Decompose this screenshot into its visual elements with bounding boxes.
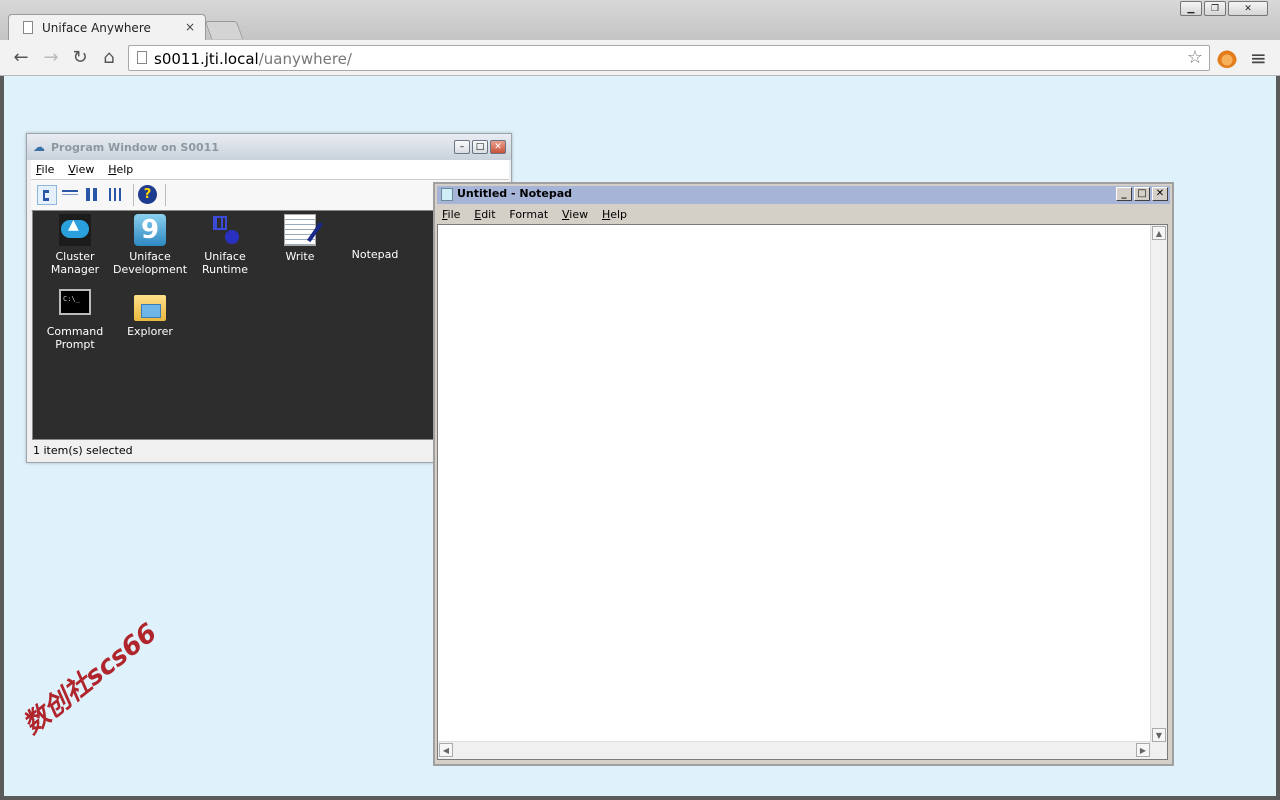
help-icon[interactable]: ?: [138, 185, 157, 204]
notepad-title: Untitled - Notepad: [457, 187, 573, 200]
maximize-button[interactable]: □: [472, 140, 488, 154]
vertical-scrollbar[interactable]: ▲ ▼: [1150, 225, 1167, 743]
cmd-icon: [59, 289, 91, 315]
view-large-icons-icon[interactable]: [37, 185, 57, 205]
scroll-right-icon[interactable]: ▶: [1136, 743, 1150, 757]
toolbar-separator: [165, 184, 166, 206]
close-button[interactable]: ✕: [490, 140, 506, 154]
cluster-icon: [59, 214, 91, 246]
tab-close-icon[interactable]: ×: [185, 20, 195, 34]
notepad-menubar: File Edit Format View Help: [437, 205, 1170, 224]
view-small-icons-icon[interactable]: [60, 185, 80, 205]
menu-view[interactable]: View: [63, 160, 99, 179]
address-bar[interactable]: s0011.jti.local/uanywhere/ ☆: [128, 45, 1210, 71]
program-window-controls: – □ ✕: [454, 140, 506, 154]
menu-edit[interactable]: Edit: [469, 205, 500, 224]
notepad-window: Untitled - Notepad _ □ ✕ File Edit Forma…: [433, 182, 1174, 766]
reload-icon[interactable]: ↻: [69, 47, 91, 69]
menu-help[interactable]: Help: [103, 160, 138, 179]
minimize-button[interactable]: –: [454, 140, 470, 154]
close-button[interactable]: ✕: [1152, 187, 1168, 201]
notepad-window-controls: _ □ ✕: [1116, 187, 1168, 201]
scroll-down-icon[interactable]: ▼: [1152, 728, 1166, 742]
cloud-icon: ☁: [33, 140, 45, 154]
notepad-titlebar[interactable]: Untitled - Notepad _ □ ✕: [437, 186, 1170, 204]
window-controls: ▁ ❐ ✕: [1180, 1, 1268, 16]
app-write[interactable]: Write: [263, 214, 337, 263]
app-explorer[interactable]: Explorer: [113, 289, 187, 338]
app-notepad[interactable]: Notepad: [338, 214, 824, 429]
horizontal-scrollbar[interactable]: ◀ ▶: [438, 741, 1151, 759]
scroll-left-icon[interactable]: ◀: [439, 743, 453, 757]
new-tab-button[interactable]: [204, 21, 244, 39]
explorer-icon: [134, 295, 166, 321]
minimize-button[interactable]: ▁: [1180, 1, 1202, 16]
home-icon[interactable]: ⌂: [98, 47, 120, 69]
resize-grip-icon[interactable]: [1151, 742, 1167, 759]
app-cluster-manager[interactable]: Cluster Manager: [38, 214, 112, 276]
notepad-icon: [441, 188, 453, 201]
forward-icon[interactable]: →: [40, 47, 62, 69]
back-icon[interactable]: ←: [10, 47, 32, 69]
maximize-button[interactable]: ❐: [1204, 1, 1226, 16]
toolbar-separator: [133, 184, 134, 206]
program-icon-list: Cluster Manager Uniface Development Unif…: [32, 210, 824, 440]
program-window-titlebar[interactable]: ☁ Program Window on S0011 – □ ✕: [27, 134, 511, 160]
extension-icon[interactable]: [1217, 48, 1237, 68]
page-icon: [23, 21, 33, 34]
browser-toolbar: ← → ↻ ⌂ s0011.jti.local/uanywhere/ ☆: [0, 40, 1280, 76]
view-list-icon[interactable]: [83, 185, 103, 205]
uniface-dev-icon: [134, 214, 166, 246]
uniface-runtime-icon: [209, 214, 241, 246]
program-window-title: Program Window on S0011: [51, 141, 219, 154]
menu-file[interactable]: File: [437, 205, 465, 224]
bookmark-star-icon[interactable]: ☆: [1187, 47, 1203, 68]
url-text[interactable]: s0011.jti.local/uanywhere/: [154, 50, 352, 68]
menu-file[interactable]: File: [31, 160, 59, 179]
notepad-text-area[interactable]: ▲ ▼ ◀ ▶: [437, 224, 1168, 760]
scroll-up-icon[interactable]: ▲: [1152, 226, 1166, 240]
hamburger-menu-icon[interactable]: ≡: [1250, 46, 1267, 70]
app-command-prompt[interactable]: Command Prompt: [38, 289, 112, 351]
menu-format[interactable]: Format: [504, 205, 553, 224]
app-uniface-runtime[interactable]: Uniface Runtime: [188, 214, 262, 276]
page-icon: [137, 51, 147, 64]
program-window-menubar: File View Help: [31, 160, 509, 180]
view-details-icon[interactable]: [106, 185, 126, 205]
minimize-button[interactable]: _: [1116, 187, 1132, 201]
tab-title: Uniface Anywhere: [42, 21, 151, 35]
write-icon: [284, 214, 316, 246]
menu-view[interactable]: View: [557, 205, 593, 224]
maximize-button[interactable]: □: [1134, 187, 1150, 201]
browser-tab[interactable]: Uniface Anywhere ×: [8, 14, 206, 40]
browser-tab-strip: Uniface Anywhere × ▁ ❐ ✕: [0, 0, 1280, 40]
app-uniface-development[interactable]: Uniface Development: [113, 214, 187, 276]
close-window-button[interactable]: ✕: [1228, 1, 1268, 16]
menu-help[interactable]: Help: [597, 205, 632, 224]
